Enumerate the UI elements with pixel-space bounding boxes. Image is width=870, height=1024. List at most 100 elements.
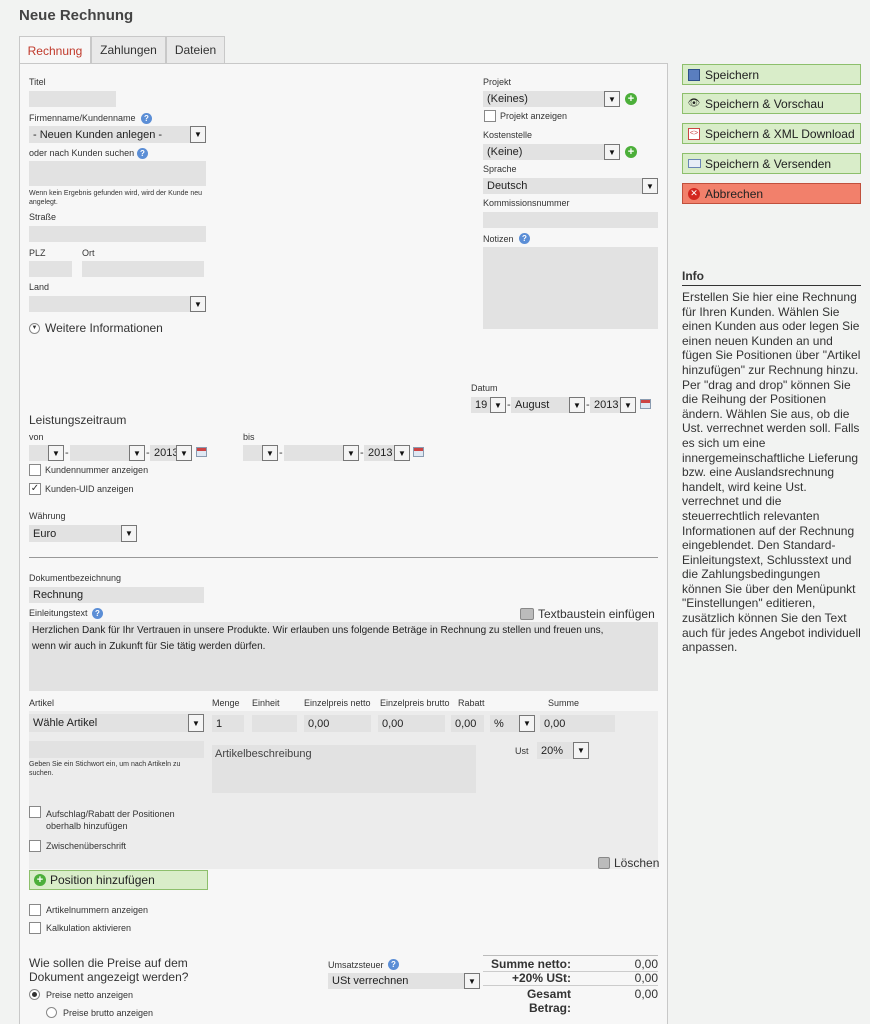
artikel-stichwort-input[interactable] [29, 741, 204, 758]
von-day-select[interactable]: ▼ [29, 445, 64, 461]
aufschlag-checkbox[interactable] [29, 806, 41, 818]
add-icon: + [34, 874, 46, 886]
datum-month-select[interactable]: August ▼ [511, 397, 585, 413]
rabatt-input[interactable]: 0,00 [451, 715, 484, 732]
bis-year-select[interactable]: 2013 ▼ [364, 445, 410, 461]
kundennummer-checkbox[interactable] [29, 464, 41, 476]
textbaustein-label: Textbaustein einfügen [538, 607, 655, 621]
artikel-select[interactable]: Wähle Artikel ▼ [29, 714, 204, 732]
bis-year-value: 2013 [368, 447, 393, 459]
eye-icon: 👁 [687, 98, 701, 109]
add-projekt-icon[interactable]: + [625, 93, 637, 105]
chevron-down-icon[interactable]: ▼ [519, 715, 535, 732]
notizen-textarea[interactable] [483, 247, 658, 329]
help-icon[interactable]: ? [519, 233, 530, 244]
chevron-down-icon[interactable]: ▼ [176, 445, 192, 461]
titel-input[interactable] [29, 91, 116, 107]
chevron-down-icon[interactable]: ▼ [604, 144, 620, 160]
ort-input[interactable] [82, 261, 204, 277]
von-year-select[interactable]: 2013 ▼ [150, 445, 192, 461]
aufschlag-label: Aufschlag/Rabatt der Positionen oberhalb… [46, 809, 175, 831]
projekt-select[interactable]: (Keines) ▼ [483, 91, 620, 107]
loeschen-button[interactable]: Löschen [598, 856, 659, 870]
ust-select[interactable]: 20% ▼ [537, 742, 589, 759]
chevron-down-icon[interactable]: ▼ [573, 742, 589, 759]
cancel-button[interactable]: ✕ Abbrechen [682, 183, 861, 204]
strasse-input[interactable] [29, 226, 206, 242]
projekt-anzeigen-checkbox[interactable] [484, 110, 496, 122]
rabatt-unit-select[interactable]: % ▼ [490, 715, 535, 732]
bis-day-select[interactable]: ▼ [243, 445, 278, 461]
dokumentbezeichnung-label: Dokumentbezeichnung [29, 573, 122, 583]
tab-zahlungen[interactable]: Zahlungen [91, 36, 166, 63]
preise-netto-radio[interactable] [29, 989, 40, 1000]
save-button[interactable]: Speichern [682, 64, 861, 85]
land-select[interactable]: ▼ [29, 296, 206, 312]
weitere-label: Weitere Informationen [45, 321, 163, 335]
von-month-select[interactable]: ▼ [70, 445, 145, 461]
firma-select[interactable]: - Neuen Kunden anlegen - ▼ [29, 126, 206, 143]
strasse-label: Straße [29, 212, 57, 222]
kostenstelle-select[interactable]: (Keine) ▼ [483, 144, 620, 160]
ust-label: Ust [515, 746, 529, 756]
cancel-label: Abbrechen [705, 186, 764, 201]
netto-input[interactable]: 0,00 [304, 715, 371, 732]
waehrung-value: Euro [33, 527, 57, 540]
menge-input[interactable]: 1 [212, 715, 244, 732]
chevron-down-icon[interactable]: ▼ [262, 445, 278, 461]
umsatzsteuer-select[interactable]: USt verrechnen ▼ [328, 973, 480, 989]
datum-year-select[interactable]: 2013 ▼ [590, 397, 636, 413]
help-icon[interactable]: ? [141, 113, 152, 124]
position-hinzufuegen-button[interactable]: + Position hinzufügen [29, 870, 208, 890]
chevron-down-icon[interactable]: ▼ [121, 525, 137, 542]
einheit-input[interactable] [252, 715, 297, 732]
summen-divider [483, 955, 658, 956]
sprache-select[interactable]: Deutsch ▼ [483, 178, 658, 194]
datum-day-select[interactable]: 19 ▼ [471, 397, 506, 413]
plz-input[interactable] [29, 261, 72, 277]
chevron-down-icon[interactable]: ▼ [604, 91, 620, 107]
tab-dateien[interactable]: Dateien [166, 36, 225, 63]
kalkulation-checkbox[interactable] [29, 922, 41, 934]
chevron-down-icon[interactable]: ▼ [48, 445, 64, 461]
artikelbeschreibung-textarea[interactable]: Artikelbeschreibung [212, 745, 476, 793]
kundennummer-label: Kundennummer anzeigen [45, 465, 149, 475]
save-xml-button[interactable]: <> Speichern & XML Download [682, 123, 861, 144]
kunden-uid-checkbox[interactable]: ✓ [29, 483, 41, 495]
brutto-input[interactable]: 0,00 [378, 715, 445, 732]
chevron-down-icon[interactable]: ▼ [642, 178, 658, 194]
dokumentbezeichnung-input[interactable]: Rechnung [29, 587, 204, 603]
chevron-down-icon[interactable]: ▼ [190, 296, 206, 312]
waehrung-select[interactable]: Euro ▼ [29, 525, 137, 542]
chevron-down-icon[interactable]: ▼ [394, 445, 410, 461]
save-preview-button[interactable]: 👁 Speichern & Vorschau [682, 93, 861, 114]
zwischenueberschrift-checkbox[interactable] [29, 840, 41, 852]
chevron-down-icon[interactable]: ▼ [490, 397, 506, 413]
help-icon[interactable]: ? [137, 148, 148, 159]
chevron-down-icon[interactable]: ▼ [569, 397, 585, 413]
customer-search-input[interactable] [29, 161, 206, 186]
chevron-down-icon[interactable]: ▼ [188, 714, 204, 732]
help-icon[interactable]: ? [92, 608, 103, 619]
summe-header: Summe [548, 698, 580, 708]
add-kostenstelle-icon[interactable]: + [625, 146, 637, 158]
einleitungstext-textarea[interactable]: Herzlichen Dank für Ihr Vertrauen in uns… [29, 622, 658, 691]
chevron-down-icon[interactable]: ▼ [620, 397, 636, 413]
calendar-icon[interactable] [640, 399, 651, 409]
calendar-icon[interactable] [413, 447, 424, 457]
chevron-down-icon[interactable]: ▼ [129, 445, 145, 461]
artikelnummern-checkbox[interactable] [29, 904, 41, 916]
preise-netto-label: Preise netto anzeigen [46, 990, 134, 1000]
save-send-button[interactable]: Speichern & Versenden [682, 153, 861, 174]
chevron-down-icon[interactable]: ▼ [190, 126, 206, 143]
ort-label: Ort [82, 248, 95, 258]
help-icon[interactable]: ? [388, 959, 399, 970]
textbaustein-button[interactable]: Textbaustein einfügen [520, 607, 655, 621]
tab-rechnung[interactable]: Rechnung [19, 36, 91, 65]
kommission-input[interactable] [483, 212, 658, 228]
preise-brutto-radio[interactable] [46, 1007, 57, 1018]
chevron-down-icon[interactable]: ▼ [343, 445, 359, 461]
bis-month-select[interactable]: ▼ [284, 445, 359, 461]
calendar-icon[interactable] [196, 447, 207, 457]
weitere-toggle[interactable]: ▼ Weitere Informationen [29, 321, 163, 335]
